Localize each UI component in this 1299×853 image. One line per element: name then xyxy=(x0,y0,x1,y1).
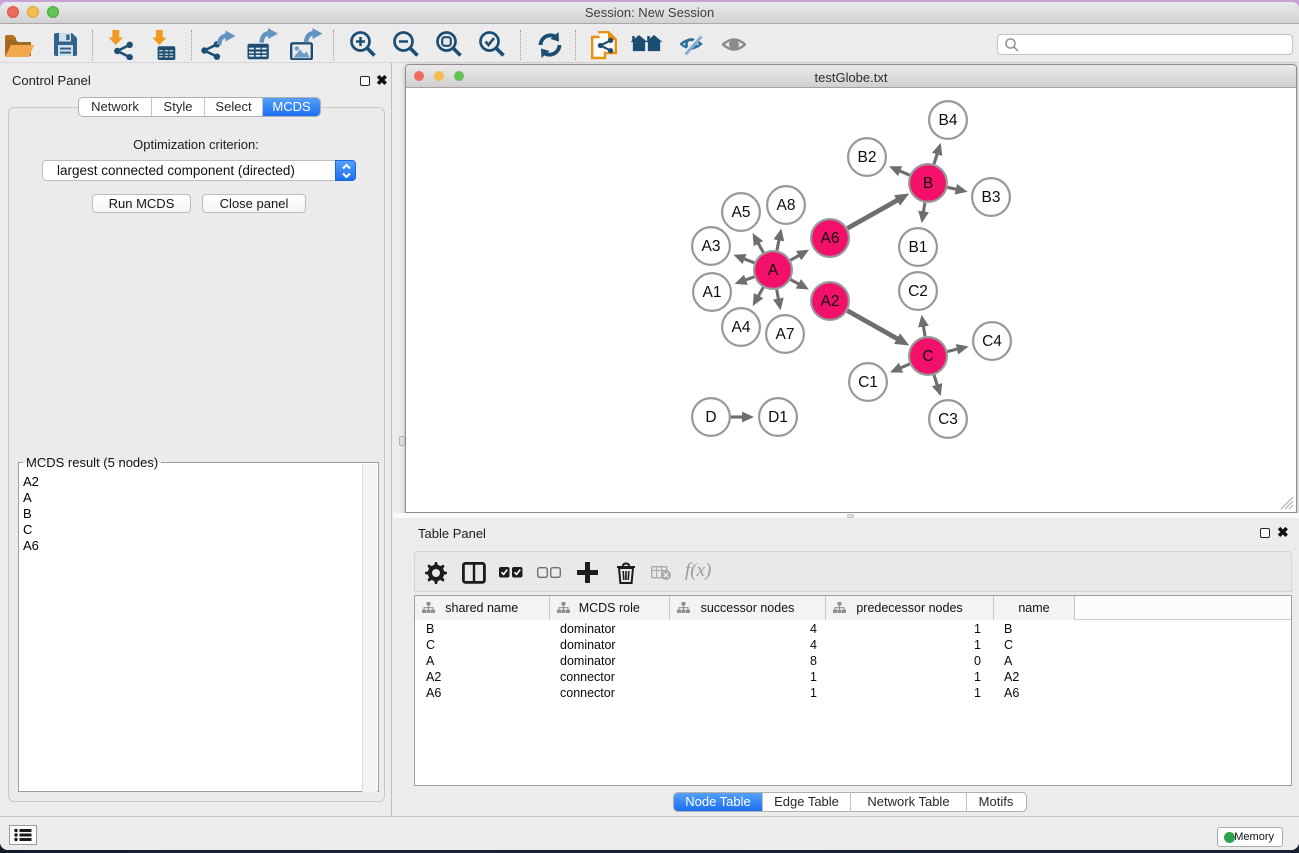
svg-text:C2: C2 xyxy=(908,283,928,300)
svg-text:C4: C4 xyxy=(982,333,1002,350)
svg-text:C: C xyxy=(922,348,933,365)
svg-text:A: A xyxy=(768,262,779,279)
svg-text:A6: A6 xyxy=(821,230,840,247)
svg-text:A7: A7 xyxy=(776,326,795,343)
svg-text:A5: A5 xyxy=(732,204,751,221)
svg-text:C3: C3 xyxy=(938,411,958,428)
svg-text:C1: C1 xyxy=(858,374,878,391)
svg-text:B1: B1 xyxy=(909,239,928,256)
svg-text:A3: A3 xyxy=(702,238,721,255)
svg-text:B4: B4 xyxy=(939,112,958,129)
svg-text:A8: A8 xyxy=(777,197,796,214)
svg-text:D1: D1 xyxy=(768,409,788,426)
svg-text:A2: A2 xyxy=(821,293,840,310)
svg-text:D: D xyxy=(705,409,716,426)
svg-text:B: B xyxy=(923,175,933,192)
svg-text:A4: A4 xyxy=(732,319,751,336)
svg-text:A1: A1 xyxy=(703,284,722,301)
svg-text:B3: B3 xyxy=(982,189,1001,206)
svg-text:B2: B2 xyxy=(858,149,877,166)
